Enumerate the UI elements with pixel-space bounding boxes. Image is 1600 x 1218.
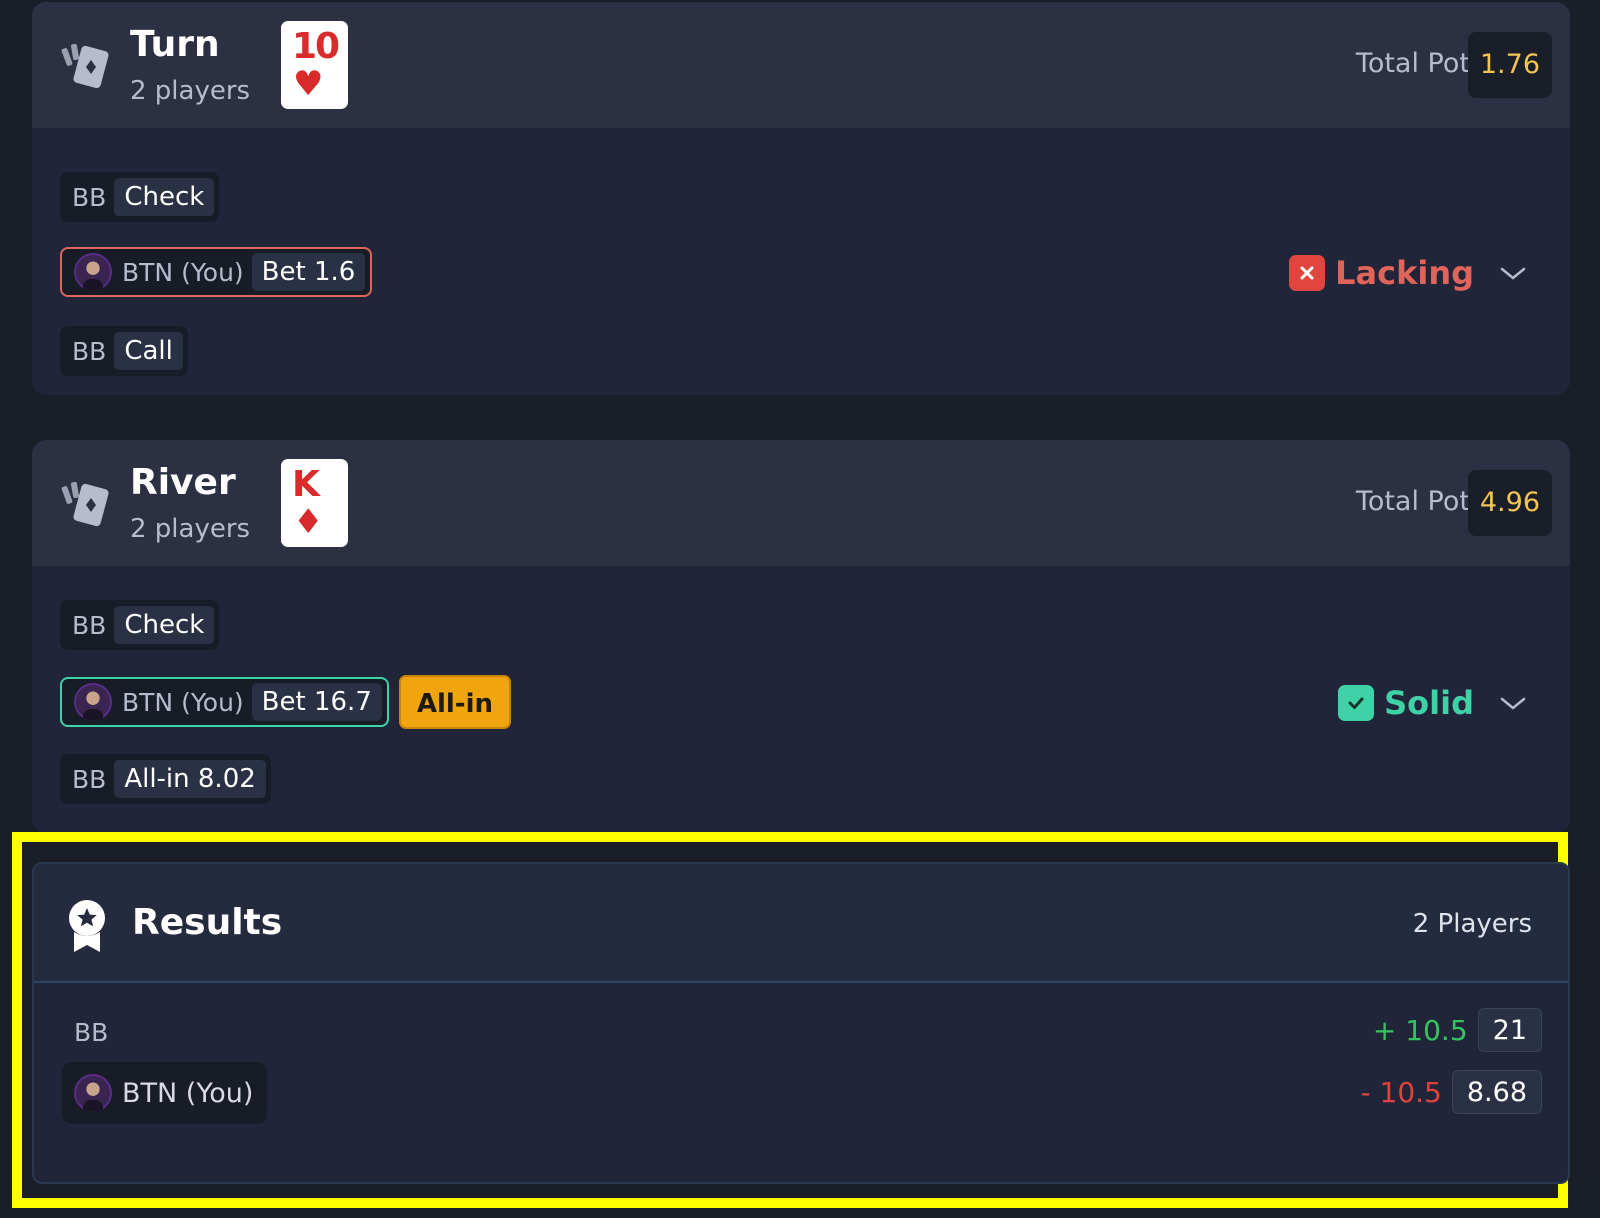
board-card: 10 ♥ [281, 21, 348, 109]
check-icon [1338, 685, 1375, 721]
cards-icon [61, 481, 109, 527]
player-count: 2 players [130, 76, 251, 106]
player-count: 2 players [130, 514, 251, 544]
action-row-hero: BTN (You) Bet 16.7 All-in [60, 675, 512, 729]
position-label: BB [72, 336, 107, 366]
hero-chip: BTN (You) [62, 1062, 268, 1124]
award-ribbon-icon [69, 900, 105, 952]
total-pot-value: 1.76 [1467, 32, 1552, 98]
verdict-toggle[interactable]: Solid [1338, 684, 1528, 722]
position-label: BB [72, 610, 107, 640]
street-header: River 2 players K ♦ Total Pot 4.96 [32, 440, 1570, 566]
total-pot-label: Total Pot [1355, 486, 1470, 517]
street-river: River 2 players K ♦ Total Pot 4.96 BB Ch… [32, 440, 1570, 833]
close-icon [1289, 255, 1326, 291]
action-label: Bet 16.7 [251, 683, 382, 721]
result-values: + 10.5 21 [1373, 1008, 1542, 1052]
verdict-label: Solid [1384, 684, 1474, 722]
position-label: BB [72, 182, 107, 212]
net-change: - 10.5 [1360, 1075, 1442, 1109]
avatar [74, 253, 112, 291]
total-pot-label: Total Pot [1355, 48, 1470, 79]
action-row-hero: BTN (You) Bet 1.6 [60, 247, 373, 297]
action-label: Bet 1.6 [251, 253, 366, 291]
verdict-toggle[interactable]: Lacking [1289, 254, 1528, 292]
action-row: BB All-in 8.02 [60, 754, 271, 804]
result-values: - 10.5 8.68 [1361, 1070, 1542, 1114]
position-label: BTN (You) [122, 1077, 254, 1109]
results-panel: Results 2 Players BB + 10.5 21 BTN (You)… [32, 862, 1570, 1184]
action-chip: BB Check [60, 600, 220, 650]
verdict-label: Lacking [1335, 254, 1474, 292]
action-row: BB Call [60, 326, 188, 376]
chevron-down-icon [1500, 267, 1526, 280]
position-label: BB [72, 764, 107, 794]
all-in-badge: All-in [398, 675, 512, 729]
cards-icon [61, 43, 109, 89]
action-label: All-in 8.02 [114, 760, 266, 798]
result-row: BB + 10.5 21 [62, 1004, 1542, 1064]
chevron-down-icon [1500, 697, 1526, 710]
action-row: BB Check [60, 172, 220, 222]
board-card: K ♦ [281, 459, 348, 547]
net-change: + 10.5 [1372, 1013, 1468, 1047]
avatar [74, 683, 112, 721]
results-player-count: 2 Players [1412, 909, 1532, 939]
final-stack: 21 [1477, 1008, 1542, 1052]
action-label: Check [114, 606, 215, 644]
street-header: Turn 2 players 10 ♥ Total Pot 1.76 [32, 2, 1570, 128]
final-stack: 8.68 [1451, 1070, 1542, 1114]
result-row-hero: BTN (You) - 10.5 8.68 [62, 1062, 1542, 1124]
hero-action-chip[interactable]: BTN (You) Bet 1.6 [60, 247, 373, 297]
heart-suit-icon: ♥ [293, 64, 324, 104]
action-chip: BB All-in 8.02 [60, 754, 271, 804]
card-rank: K [292, 464, 320, 505]
street-title: River [130, 462, 236, 503]
action-label: Check [114, 178, 215, 216]
diamond-suit-icon: ♦ [293, 502, 324, 542]
total-pot-value: 4.96 [1467, 470, 1552, 536]
card-rank: 10 [292, 26, 340, 67]
action-row: BB Check [60, 600, 220, 650]
action-chip: BB Call [60, 326, 188, 376]
street-turn: Turn 2 players 10 ♥ Total Pot 1.76 BB Ch… [32, 2, 1570, 395]
results-header: Results 2 Players [34, 864, 1568, 983]
position-label: BTN (You) [122, 687, 244, 717]
position-label: BB [74, 1018, 109, 1047]
street-title: Turn [130, 24, 220, 65]
results-title: Results [132, 902, 283, 943]
hand-review: Turn 2 players 10 ♥ Total Pot 1.76 BB Ch… [0, 0, 1600, 1218]
action-chip: BB Check [60, 172, 220, 222]
action-label: Call [114, 332, 183, 370]
position-label: BTN (You) [122, 257, 244, 287]
hero-action-chip[interactable]: BTN (You) Bet 16.7 [60, 677, 389, 727]
avatar [74, 1074, 112, 1112]
